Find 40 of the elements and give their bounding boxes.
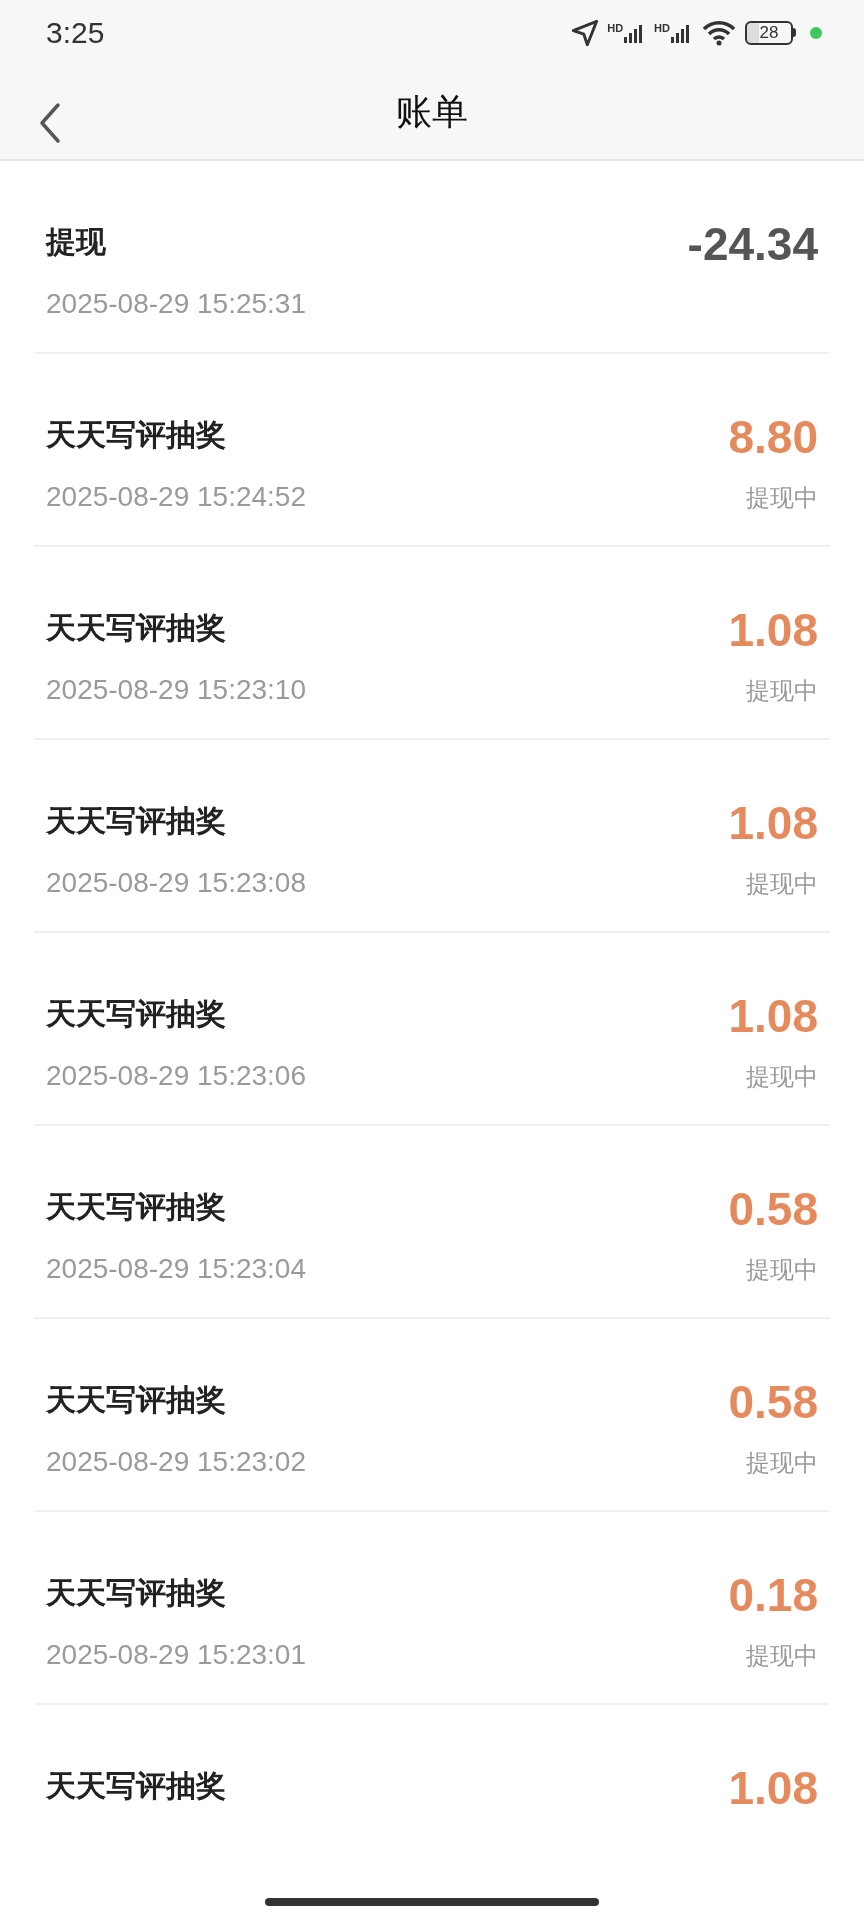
bill-time: 2025-08-29 15:23:06	[46, 1062, 306, 1090]
clock: 3:25	[46, 15, 105, 52]
bill-title: 天天写评抽奖	[46, 1578, 227, 1608]
network-type-label: HD	[654, 22, 670, 34]
bill-amount: 0.58	[728, 1379, 818, 1425]
bill-title: 天天写评抽奖	[46, 999, 227, 1029]
location-arrow-icon	[571, 18, 600, 47]
bill-status: 提现中	[746, 872, 818, 896]
bill-time: 2025-08-29 15:23:10	[46, 676, 306, 704]
wifi-icon	[701, 18, 737, 47]
bill-title: 天天写评抽奖	[46, 806, 227, 836]
bill-amount: 1.08	[728, 993, 818, 1039]
bill-status: 提现中	[746, 486, 818, 510]
bill-title: 天天写评抽奖	[46, 420, 227, 450]
bill-status: 提现中	[746, 1451, 818, 1475]
bill-title: 天天写评抽奖	[46, 1771, 226, 1801]
bill-amount: -24.34	[687, 221, 818, 267]
bill-amount: 0.58	[728, 1186, 818, 1232]
bill-title: 天天写评抽奖	[46, 613, 227, 643]
bill-time: 2025-08-29 15:24:52	[46, 483, 306, 511]
bill-time: 2025-08-29 15:23:04	[46, 1255, 306, 1283]
bill-status: 提现中	[746, 1258, 818, 1282]
bill-time: 2025-08-29 15:23:01	[46, 1641, 306, 1669]
bill-amount: 8.80	[728, 414, 818, 460]
bill-time: 2025-08-29 15:23:08	[46, 869, 306, 897]
bill-title: 天天写评抽奖	[46, 1192, 227, 1222]
bill-title: 提现	[46, 227, 107, 257]
bill-title: 天天写评抽奖	[46, 1385, 227, 1415]
bill-amount: 1.08	[728, 1765, 818, 1811]
page-title: 账单	[396, 90, 468, 135]
bill-amount: 0.18	[728, 1572, 818, 1618]
battery-icon: 28	[745, 20, 796, 45]
bill-status: 提现中	[746, 1644, 818, 1668]
bill-time: 2025-08-29 15:23:02	[46, 1448, 306, 1476]
bill-amount: 1.08	[728, 800, 818, 846]
bill-status: 提现中	[746, 1065, 818, 1089]
bill-status: 提现中	[746, 679, 818, 703]
bill-amount: 1.08	[728, 607, 818, 653]
network-type-label: HD	[607, 22, 624, 34]
bill-time: 2025-08-29 15:25:31	[46, 290, 306, 318]
